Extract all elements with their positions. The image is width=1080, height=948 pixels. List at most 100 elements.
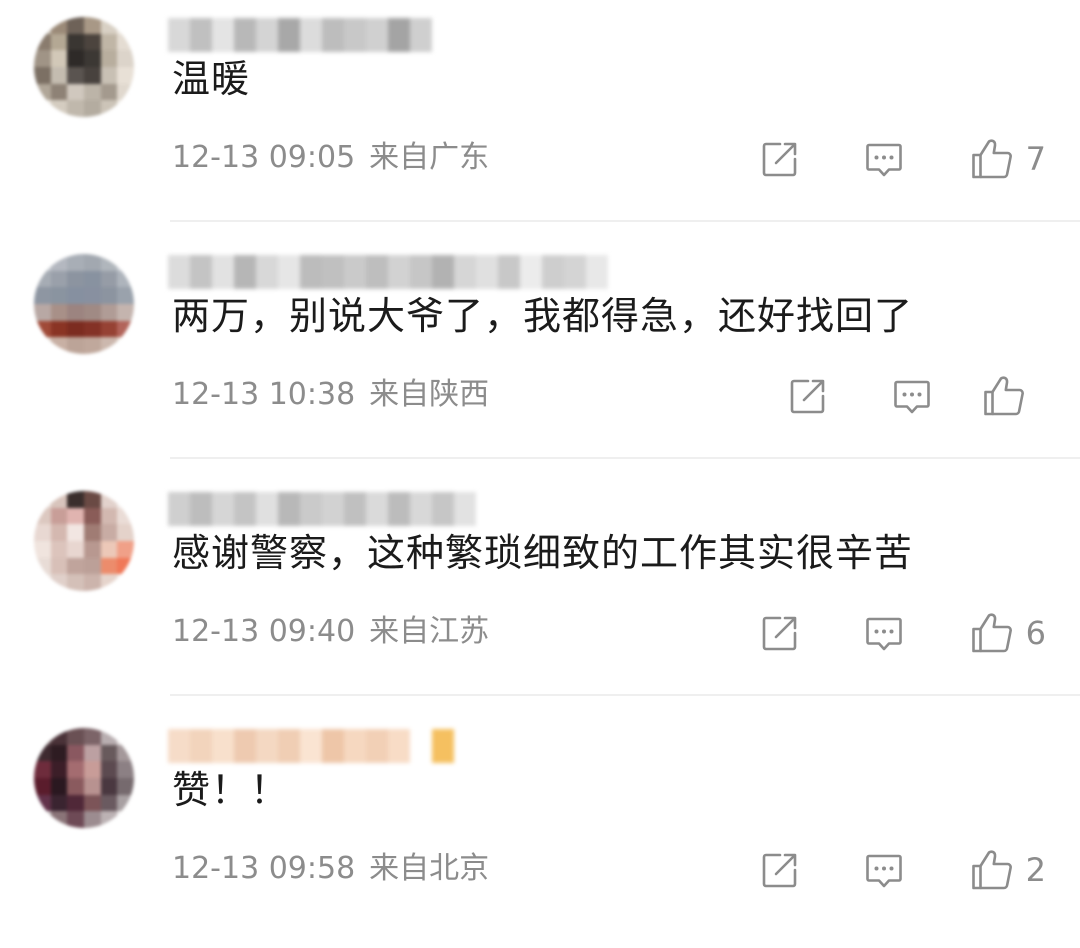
username-pixel [454, 255, 476, 289]
divider [170, 220, 1080, 222]
avatar-pixel [50, 794, 68, 812]
username[interactable] [168, 729, 454, 763]
avatar-pixel [34, 17, 51, 34]
avatar-pixel [100, 491, 118, 508]
avatar-pixel [67, 811, 84, 828]
avatar-pixel [100, 761, 118, 778]
like-button[interactable] [982, 374, 1038, 418]
avatar-pixel [83, 83, 101, 101]
avatar-pixel [83, 491, 101, 508]
avatar-pixel [117, 491, 134, 508]
avatar-pixel [117, 557, 134, 575]
avatar-pixel [67, 100, 84, 117]
avatar-pixel [100, 540, 118, 558]
avatar-pixel [83, 50, 101, 67]
username[interactable] [168, 18, 432, 52]
username[interactable] [168, 255, 608, 289]
avatar-pixel [117, 574, 134, 591]
avatar-pixel [100, 794, 118, 812]
username-pixel [520, 255, 542, 289]
username-pixel [410, 255, 432, 289]
comment-icon [894, 380, 930, 414]
like-count: 2 [1025, 851, 1046, 889]
avatar-pixel [100, 777, 118, 795]
avatar-pixel [83, 540, 101, 558]
username-pixel [168, 492, 190, 526]
username-pixel [388, 18, 410, 52]
avatar-pixel [34, 794, 51, 812]
username-pixel [476, 255, 498, 289]
avatar-pixel [50, 557, 68, 575]
comment-icon [866, 143, 902, 177]
avatar-pixel [117, 287, 134, 304]
username-pixel [366, 729, 388, 763]
comment-location: 来自江苏 [369, 614, 490, 649]
avatar[interactable] [34, 728, 134, 828]
avatar-pixel [100, 287, 118, 304]
username-pixel [388, 729, 410, 763]
avatar-pixel [34, 287, 51, 304]
avatar-pixel [34, 728, 51, 745]
comment-meta: 12-13 10:38 来自陕西 [172, 375, 489, 415]
comment-meta: 12-13 09:40 来自江苏 [172, 612, 489, 652]
avatar-pixel [50, 728, 68, 745]
avatar-pixel [50, 491, 68, 508]
divider [170, 694, 1080, 696]
username-pixel [322, 255, 344, 289]
avatar-pixel [34, 83, 51, 101]
username-pixel [366, 255, 388, 289]
avatar-pixel [117, 540, 134, 558]
like-button[interactable]: 6 [970, 611, 1046, 655]
avatar-pixel [50, 83, 68, 101]
avatar[interactable] [34, 491, 134, 591]
share-button[interactable] [760, 611, 800, 655]
avatar-pixel [50, 33, 68, 51]
share-icon [790, 379, 825, 414]
username-pixel [234, 18, 256, 52]
share-button[interactable] [788, 374, 828, 418]
avatar-pixel [67, 287, 84, 304]
username[interactable] [168, 492, 476, 526]
avatar-pixel [67, 33, 84, 51]
avatar-pixel [34, 337, 51, 354]
username-pixel [234, 492, 256, 526]
username-pixel [278, 255, 300, 289]
comment-text: 赞！！ [172, 768, 290, 812]
like-button[interactable]: 2 [970, 848, 1046, 892]
avatar-pixel [117, 524, 134, 541]
username-pixel [344, 729, 366, 763]
username-pixel [300, 729, 322, 763]
avatar[interactable] [34, 254, 134, 354]
avatar-pixel [67, 270, 84, 288]
avatar-pixel [34, 254, 51, 271]
avatar-pixel [83, 337, 101, 354]
avatar-pixel [83, 507, 101, 525]
avatar-pixel [67, 728, 84, 745]
avatar-pixel [83, 303, 101, 321]
username-pixel [168, 729, 190, 763]
share-button[interactable] [760, 137, 800, 181]
avatar-pixel [117, 761, 134, 778]
reply-button[interactable] [892, 374, 932, 418]
reply-button[interactable] [864, 848, 904, 892]
comment-meta: 12-13 09:05 来自广东 [172, 138, 489, 178]
comment-icon [866, 854, 902, 888]
avatar-pixel [83, 33, 101, 51]
reply-button[interactable] [864, 611, 904, 655]
username-pixel [344, 255, 366, 289]
avatar-pixel [67, 50, 84, 67]
comment-text: 温暖 [172, 57, 251, 101]
avatar-pixel [34, 811, 51, 828]
username-pixel [212, 729, 234, 763]
comment-location: 来自北京 [369, 851, 490, 886]
share-button[interactable] [760, 848, 800, 892]
avatar-pixel [34, 491, 51, 508]
avatar-pixel [100, 337, 118, 354]
reply-button[interactable] [864, 137, 904, 181]
comment-item: 两万，别说大爷了，我都得急，还好找回了 12-13 10:38 来自陕西 [0, 237, 1080, 474]
avatar-pixel [50, 254, 68, 271]
avatar[interactable] [34, 17, 134, 117]
username-pixel [300, 492, 322, 526]
like-button[interactable]: 7 [970, 137, 1046, 181]
avatar-pixel [67, 320, 84, 338]
